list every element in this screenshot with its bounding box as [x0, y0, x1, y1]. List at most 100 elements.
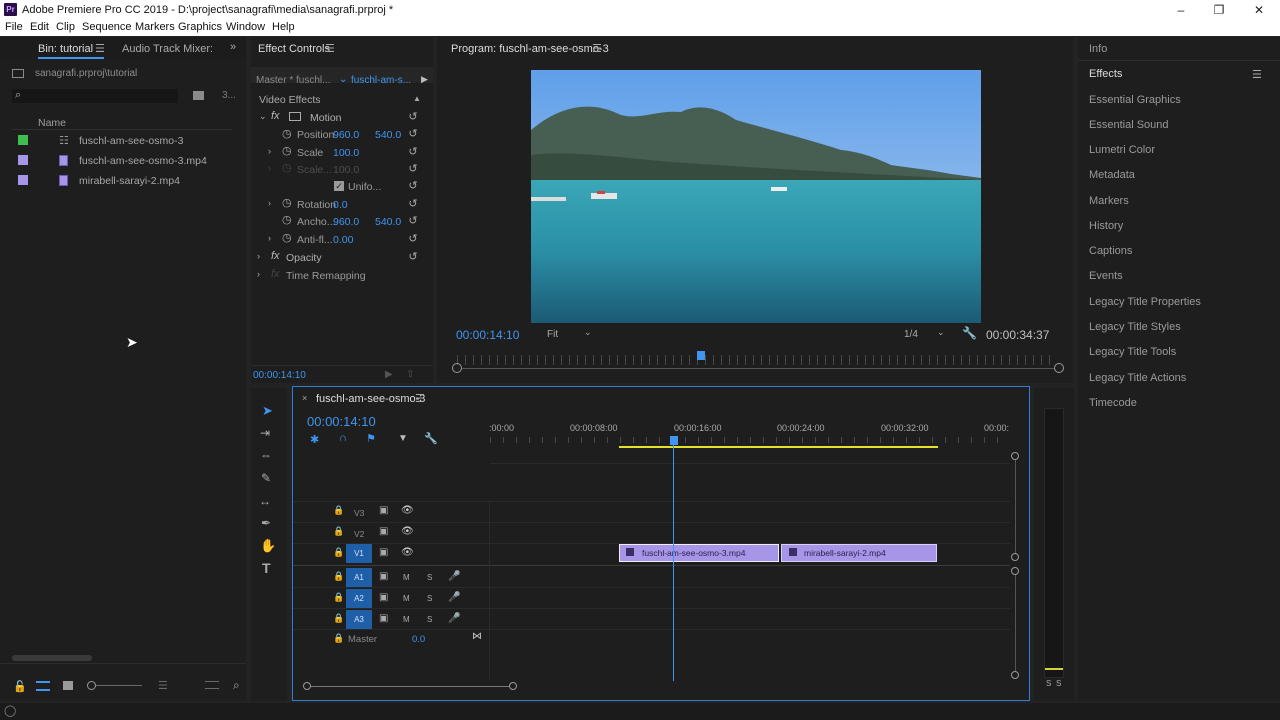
- eye-icon[interactable]: 👁: [401, 505, 414, 516]
- anchor-x-value[interactable]: 960.0: [333, 216, 359, 228]
- audio-scroll-bottom-knob[interactable]: [1011, 671, 1019, 679]
- panel-effects[interactable]: Effects: [1089, 68, 1122, 80]
- ripple-edit-tool-icon[interactable]: ⇔: [260, 448, 272, 462]
- panel-history[interactable]: History: [1089, 220, 1123, 232]
- sort-icon[interactable]: ☰: [158, 679, 168, 692]
- panel-legacy-title-actions[interactable]: Legacy Title Actions: [1089, 372, 1186, 384]
- pen-tool-icon[interactable]: ✒: [261, 516, 271, 530]
- panel-menu-icon[interactable]: ☰: [325, 42, 335, 55]
- clip-name-label[interactable]: fuschl-am-s...: [351, 75, 411, 86]
- solo-button[interactable]: S: [427, 615, 432, 624]
- video-scroll-top-knob[interactable]: [1011, 452, 1019, 460]
- expand-antiflicker-icon[interactable]: ›: [268, 233, 271, 243]
- sync-lock-icon[interactable]: ▣: [379, 571, 388, 582]
- timeline-zoom-end-knob[interactable]: [509, 682, 517, 690]
- label-color-swatch[interactable]: [18, 135, 28, 145]
- panel-metadata[interactable]: Metadata: [1089, 169, 1135, 181]
- timeline-ruler-ticks[interactable]: [490, 437, 1010, 443]
- work-area-bar[interactable]: [619, 446, 938, 448]
- timeline-playhead[interactable]: [670, 436, 678, 445]
- more-tabs-icon[interactable]: »: [230, 41, 236, 53]
- snap-icon[interactable]: ∩: [339, 432, 347, 444]
- tab-bin-tutorial[interactable]: Bin: tutorial: [38, 43, 93, 55]
- close-sequence-icon[interactable]: ×: [302, 393, 307, 403]
- stopwatch-icon[interactable]: ◷: [282, 213, 292, 226]
- mute-button[interactable]: M: [403, 615, 410, 624]
- menu-file[interactable]: File: [5, 21, 23, 33]
- panel-menu-icon[interactable]: ☰: [592, 42, 602, 55]
- position-x-value[interactable]: 960.0: [333, 129, 359, 141]
- sync-lock-icon[interactable]: ▣: [379, 526, 388, 537]
- column-name[interactable]: Name: [38, 117, 66, 129]
- zoom-scroll-start-knob[interactable]: [452, 363, 462, 373]
- panel-menu-icon[interactable]: ☰: [415, 392, 425, 405]
- tab-program-monitor[interactable]: Program: fuschl-am-see-osmo-3: [451, 43, 609, 55]
- list-item[interactable]: fuschl-am-see-osmo-3.mp4: [12, 151, 232, 171]
- panel-menu-icon[interactable]: ☰: [1252, 68, 1262, 81]
- program-playhead[interactable]: [696, 351, 705, 360]
- hand-tool-icon[interactable]: ✋: [260, 538, 276, 554]
- antiflicker-value[interactable]: 0.00: [333, 234, 353, 246]
- list-item[interactable]: ☷ fuschl-am-see-osmo-3: [12, 131, 232, 151]
- panel-legacy-title-styles[interactable]: Legacy Title Styles: [1089, 321, 1181, 333]
- track-target-v1[interactable]: V1: [346, 544, 372, 563]
- anchor-y-value[interactable]: 540.0: [375, 216, 401, 228]
- label-color-swatch[interactable]: [18, 155, 28, 165]
- tab-audio-track-mixer[interactable]: Audio Track Mixer: fu: [122, 43, 212, 55]
- track-lock-icon[interactable]: 🔒: [333, 547, 344, 558]
- menu-edit[interactable]: Edit: [30, 21, 49, 33]
- close-icon[interactable]: ✕: [1240, 0, 1278, 20]
- panel-captions[interactable]: Captions: [1089, 245, 1132, 257]
- eye-icon[interactable]: 👁: [401, 547, 414, 558]
- type-tool-icon[interactable]: T: [262, 560, 271, 576]
- audio-scroll-top-knob[interactable]: [1011, 567, 1019, 575]
- reset-icon[interactable]: ↺: [407, 198, 419, 210]
- stopwatch-icon[interactable]: ◷: [282, 196, 292, 209]
- panel-events[interactable]: Events: [1089, 270, 1123, 282]
- menu-sequence[interactable]: Sequence: [82, 21, 132, 33]
- restore-icon[interactable]: ❐: [1200, 0, 1238, 20]
- panel-info[interactable]: Info: [1089, 43, 1107, 55]
- search-input[interactable]: [12, 89, 178, 103]
- export-icon[interactable]: ⇧: [406, 369, 414, 380]
- scroll-up-icon[interactable]: ▲: [413, 94, 421, 103]
- clip-mirabell[interactable]: mirabell-sarayi-2.mp4: [781, 544, 937, 562]
- track-lock-icon[interactable]: 🔒: [333, 633, 344, 644]
- mute-button[interactable]: M: [403, 594, 410, 603]
- stopwatch-icon[interactable]: ◷: [282, 231, 292, 244]
- zoom-scrollbar-track[interactable]: [462, 368, 1054, 369]
- chevron-down-icon[interactable]: ⌄: [339, 74, 347, 85]
- track-target-a3[interactable]: A3: [346, 610, 372, 629]
- reset-icon[interactable]: ↺: [407, 128, 419, 140]
- microphone-icon[interactable]: 🎤: [448, 571, 460, 582]
- panel-markers[interactable]: Markers: [1089, 195, 1129, 207]
- expand-scale-icon[interactable]: ›: [268, 146, 271, 156]
- chevron-down-icon[interactable]: ⌄: [937, 327, 945, 338]
- reset-icon[interactable]: ↺: [407, 251, 419, 263]
- fx-icon[interactable]: fx: [271, 110, 280, 122]
- list-view-icon[interactable]: [36, 681, 50, 691]
- zoom-scroll-end-knob[interactable]: [1054, 363, 1064, 373]
- panel-essential-graphics[interactable]: Essential Graphics: [1089, 94, 1181, 106]
- sync-lock-icon[interactable]: ▣: [379, 505, 388, 516]
- sync-lock-icon[interactable]: ▣: [379, 613, 388, 624]
- reset-icon[interactable]: ↺: [407, 233, 419, 245]
- automate-icon[interactable]: [205, 681, 219, 689]
- status-icon[interactable]: ◯: [4, 704, 16, 717]
- master-volume-value[interactable]: 0.0: [412, 634, 425, 645]
- sync-lock-icon[interactable]: ▣: [379, 592, 388, 603]
- find-icon[interactable]: ⌕: [233, 678, 240, 693]
- add-marker-icon[interactable]: ▼: [398, 433, 408, 444]
- timeline-zoom-track[interactable]: [311, 686, 509, 687]
- stopwatch-icon[interactable]: ◷: [282, 144, 292, 157]
- panel-timecode[interactable]: Timecode: [1089, 397, 1137, 409]
- track-select-tool-icon[interactable]: ⇥: [260, 426, 270, 440]
- solo-button[interactable]: S: [427, 573, 432, 582]
- lock-icon[interactable]: 🔓: [13, 680, 27, 693]
- tab-effect-controls[interactable]: Effect Controls: [258, 43, 330, 55]
- selection-tool-icon[interactable]: ➤: [262, 403, 273, 419]
- microphone-icon[interactable]: 🎤: [448, 592, 460, 603]
- solo-right-button[interactable]: S: [1056, 679, 1061, 688]
- expand-motion-icon[interactable]: ⌄: [259, 111, 267, 122]
- microphone-icon[interactable]: 🎤: [448, 613, 460, 624]
